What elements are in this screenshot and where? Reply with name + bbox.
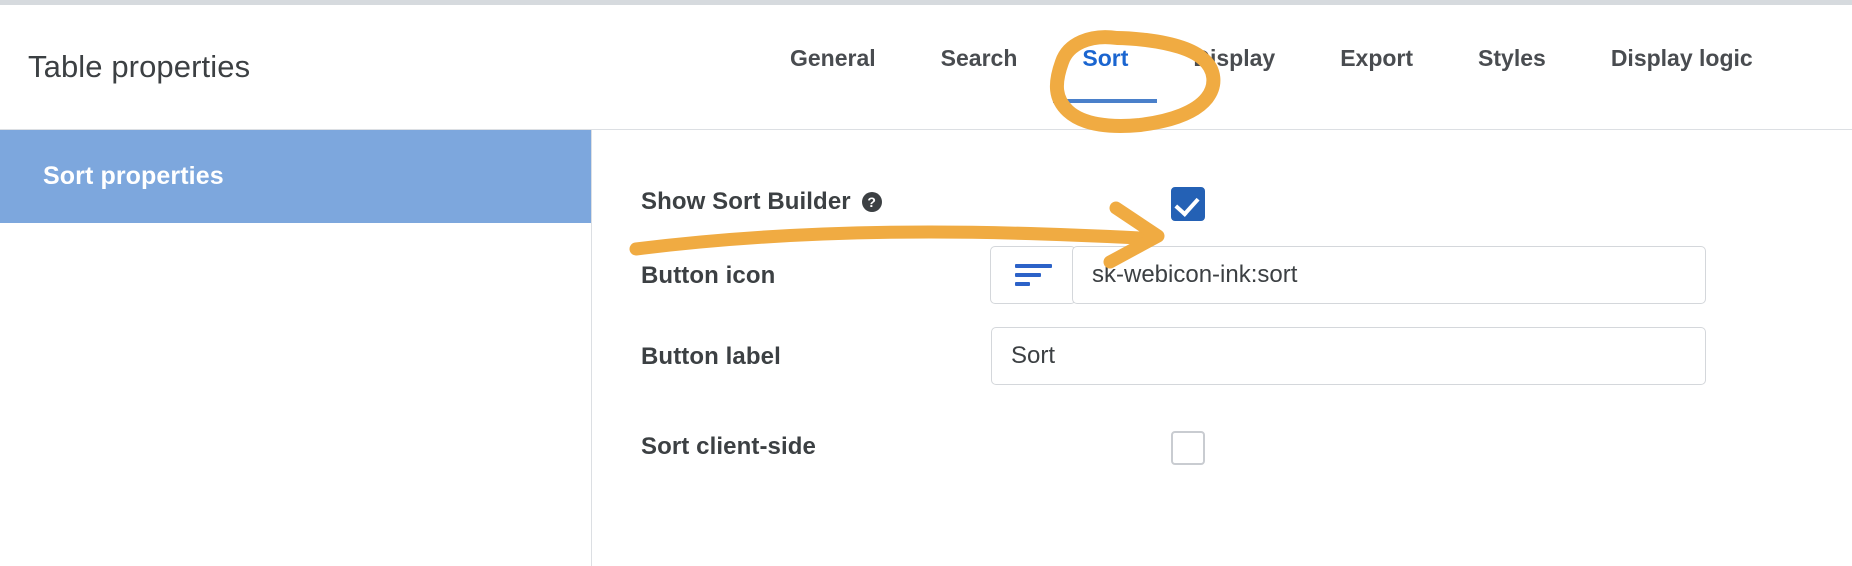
settings-panel: Show Sort Builder Button icon (592, 130, 1852, 566)
show-sort-builder-label: Show Sort Builder (641, 188, 882, 216)
page-title: Table properties (28, 49, 251, 84)
checkmark-icon (1174, 191, 1200, 217)
row-sort-client-side: Sort client-side (592, 416, 1852, 476)
button-icon-input[interactable] (1072, 246, 1706, 304)
sidebar-item-label: Sort properties (43, 162, 224, 190)
sort-client-side-label: Sort client-side (641, 433, 816, 460)
row-button-icon: Button icon (592, 245, 1852, 305)
tab-bar: General Search Sort Display Export Style… (790, 43, 1753, 129)
tab-sort-label: Sort (1082, 45, 1129, 71)
button-label-label: Button label (641, 343, 781, 370)
tab-display-label: Display (1193, 45, 1276, 71)
dialog-body: Sort properties Show Sort Builder Button… (0, 130, 1852, 566)
show-sort-builder-checkbox[interactable] (1171, 187, 1205, 221)
active-tab-underline (1053, 99, 1158, 103)
tab-styles[interactable]: Styles (1478, 43, 1546, 73)
sidebar-item-sort-properties[interactable]: Sort properties (0, 130, 591, 223)
dialog-header: Table properties General Search Sort Dis… (0, 5, 1852, 130)
row-button-label: Button label (592, 326, 1852, 386)
sort-client-side-checkbox[interactable] (1171, 431, 1205, 465)
button-icon-label: Button icon (641, 262, 776, 289)
button-label-input[interactable] (991, 327, 1706, 385)
table-properties-dialog: Table properties General Search Sort Dis… (0, 0, 1852, 566)
sidebar: Sort properties (0, 130, 592, 566)
tab-display-logic[interactable]: Display logic (1611, 43, 1753, 73)
tab-display-logic-label: Display logic (1610, 45, 1753, 71)
button-icon-preview[interactable] (990, 246, 1076, 304)
row-show-sort-builder: Show Sort Builder (592, 170, 1852, 230)
tab-search-label: Search (940, 45, 1018, 71)
tab-general[interactable]: General (790, 43, 876, 73)
tab-search[interactable]: Search (941, 43, 1018, 73)
tab-general-label: General (790, 45, 876, 71)
tab-sort[interactable]: Sort (1053, 43, 1158, 103)
help-circle-icon[interactable] (861, 192, 882, 212)
show-sort-builder-text: Show Sort Builder (641, 188, 851, 215)
tab-styles-label: Styles (1478, 45, 1546, 71)
tab-export-label: Export (1340, 45, 1414, 71)
tab-export[interactable]: Export (1340, 43, 1413, 73)
tab-display[interactable]: Display (1193, 43, 1275, 73)
sort-lines-icon (1015, 264, 1053, 288)
